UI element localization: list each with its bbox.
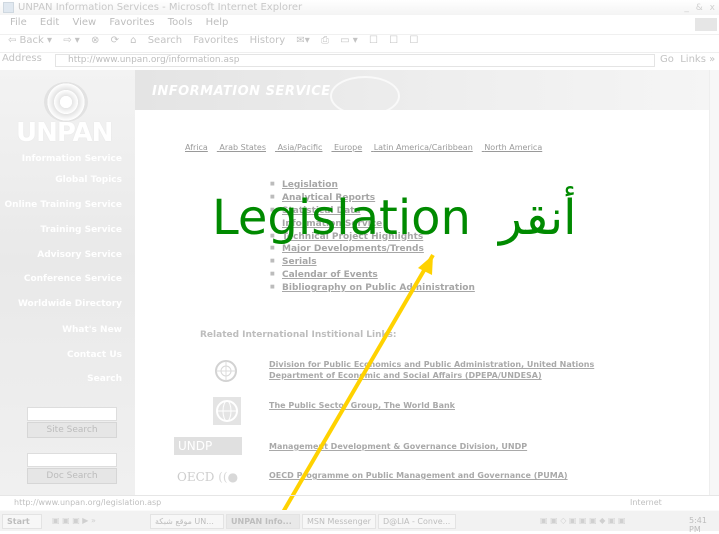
resource-calendar[interactable]: Calendar of Events — [270, 268, 475, 281]
edit-icon[interactable]: ▭ ▾ — [340, 35, 358, 46]
toolbar: ⇦ Back ▾ ⇨ ▾ ⊗ ⟳ ⌂ Search Favorites Hist… — [0, 34, 719, 51]
banner-title: INFORMATION SERVICE — [152, 84, 331, 99]
history-button[interactable]: History — [250, 35, 286, 46]
windows-taskbar: Start ▣ ▣ ▣ ▶ » موقع شبكة UN... UNPAN In… — [0, 510, 719, 534]
menu-bar: File Edit View Favorites Tools Help — [0, 17, 719, 32]
search-button[interactable]: Search — [148, 35, 182, 46]
region-latin-america[interactable]: Latin America/Caribbean — [374, 143, 473, 152]
nav-training-service[interactable]: Training Service — [40, 225, 122, 235]
nav-worldwide-directory[interactable]: Worldwide Directory — [18, 299, 122, 309]
nav-whats-new[interactable]: What's New — [62, 325, 122, 335]
region-north-america[interactable]: North America — [484, 143, 542, 152]
favorites-button[interactable]: Favorites — [193, 35, 238, 46]
menu-tools[interactable]: Tools — [168, 17, 193, 28]
link-undesa[interactable]: Division for Public Economics and Public… — [269, 359, 594, 381]
link-world-bank[interactable]: The Public Sector Group, The World Bank — [269, 400, 455, 411]
region-africa[interactable]: Africa — [185, 143, 208, 152]
nav-advisory-service[interactable]: Advisory Service — [37, 250, 122, 260]
world-bank-globe-icon — [213, 397, 241, 425]
discuss-icon[interactable]: ☐ — [369, 35, 378, 46]
overlay-label: Legislation — [212, 190, 471, 246]
vertical-scrollbar[interactable] — [709, 70, 719, 495]
link-undp[interactable]: Management Development & Governance Divi… — [269, 441, 527, 452]
region-arab-states[interactable]: Arab States — [219, 143, 266, 152]
taskbar-arabic-network[interactable]: موقع شبكة UN... — [150, 514, 224, 529]
status-url: http://www.unpan.org/legislation.asp — [14, 498, 162, 507]
undp-logo-icon: UNDP — [174, 437, 242, 455]
ie-icon — [3, 2, 14, 13]
nav-global-topics[interactable]: Global Topics — [55, 175, 122, 185]
forward-button[interactable]: ⇨ ▾ — [63, 35, 80, 46]
related-links-heading: Related International Institional Links: — [200, 330, 397, 340]
unpan-logo: UNPAN — [14, 82, 124, 152]
window-controls[interactable]: _ & x — [684, 1, 717, 16]
taskbar-msn-messenger[interactable]: MSN Messenger — [302, 514, 376, 529]
oecd-logo-text: OECD — [177, 470, 215, 484]
extra-icon[interactable]: ☐ — [409, 35, 418, 46]
system-tray-icons[interactable]: ▣ ▣ ◇ ▣ ▣ ▣ ◆ ▣ ▣ — [540, 516, 626, 525]
window-title: UNPAN Information Services - Microsoft I… — [18, 2, 303, 13]
back-button[interactable]: ⇦ Back ▾ — [8, 35, 52, 46]
site-search-input[interactable] — [27, 407, 117, 421]
links-button[interactable]: Links » — [680, 54, 715, 65]
nav-information-service[interactable]: Information Service — [22, 154, 122, 164]
region-asia-pacific[interactable]: Asia/Pacific — [278, 143, 323, 152]
windows-logo-icon — [695, 18, 717, 31]
un-emblem-icon — [215, 360, 237, 382]
resource-legislation[interactable]: Legislation — [270, 178, 475, 191]
go-area: Go Links » — [660, 54, 715, 65]
taskbar-clock: 5:41 PM — [689, 516, 707, 534]
nav-online-training[interactable]: Online Training Service — [4, 200, 122, 210]
resource-bibliography[interactable]: Bibliography on Public Administration — [270, 281, 475, 294]
window-title-bar: UNPAN Information Services - Microsoft I… — [0, 0, 719, 15]
address-label: Address — [2, 53, 42, 64]
oecd-logo-icon: OECD ((● — [177, 470, 239, 484]
mail-icon[interactable]: ✉▾ — [296, 35, 309, 46]
start-button[interactable]: Start — [2, 514, 42, 529]
banner-swoosh-graphic — [330, 76, 400, 116]
nav-contact-us[interactable]: Contact Us — [67, 350, 122, 360]
region-links: Africa Arab States Asia/Pacific Europe L… — [185, 143, 551, 152]
doc-search-input[interactable] — [27, 453, 117, 467]
menu-view[interactable]: View — [72, 17, 96, 28]
taskbar-dalia[interactable]: D@LIA - Conve... — [378, 514, 456, 529]
site-search-button[interactable]: Site Search — [27, 422, 117, 438]
stop-icon[interactable]: ⊗ — [91, 35, 99, 46]
status-bar: http://www.unpan.org/legislation.asp Int… — [0, 495, 719, 509]
nav-conference-service[interactable]: Conference Service — [24, 274, 122, 284]
link-undesa-line2[interactable]: Department of Economic and Social Affair… — [269, 370, 594, 381]
messenger-icon[interactable]: ☐ — [389, 35, 398, 46]
doc-search-button[interactable]: Doc Search — [27, 468, 117, 484]
logo-text: UNPAN — [16, 118, 113, 148]
status-zone: Internet — [630, 498, 662, 507]
menu-help[interactable]: Help — [206, 17, 229, 28]
overlay-arabic-click: أنقر — [498, 190, 577, 246]
nav-search[interactable]: Search — [87, 374, 122, 384]
tutorial-overlay-text: Legislation أنقر — [212, 193, 576, 243]
taskbar-unpan-info[interactable]: UNPAN Info... — [226, 514, 300, 529]
print-icon[interactable]: ⎙ — [321, 35, 329, 46]
menu-file[interactable]: File — [10, 17, 27, 28]
un-emblem-icon — [44, 82, 88, 122]
menu-favorites[interactable]: Favorites — [109, 17, 154, 28]
resource-serials[interactable]: Serials — [270, 255, 475, 268]
refresh-icon[interactable]: ⟳ — [111, 35, 119, 46]
region-europe[interactable]: Europe — [334, 143, 362, 152]
menu-edit[interactable]: Edit — [40, 17, 59, 28]
link-undesa-line1[interactable]: Division for Public Economics and Public… — [269, 359, 594, 370]
go-button[interactable]: Go — [660, 54, 674, 65]
home-icon[interactable]: ⌂ — [130, 35, 136, 46]
quick-launch-icons[interactable]: ▣ ▣ ▣ ▶ » — [52, 516, 96, 525]
address-input[interactable]: http://www.unpan.org/information.asp — [55, 54, 655, 67]
link-oecd-puma[interactable]: OECD Programme on Public Management and … — [269, 470, 568, 481]
